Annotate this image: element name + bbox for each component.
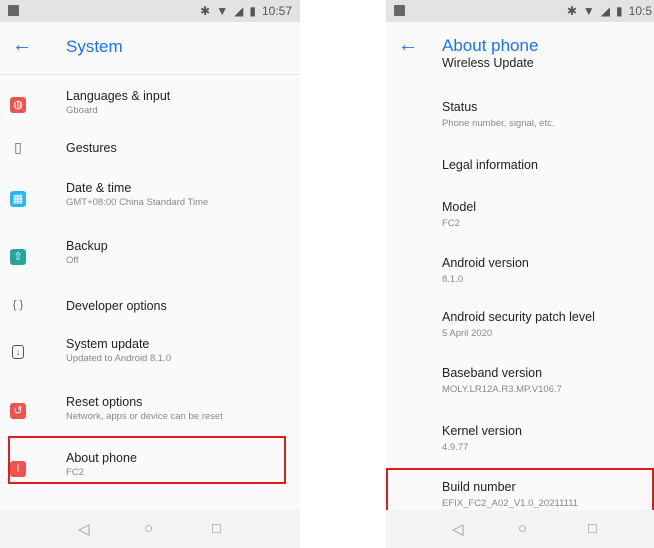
wifi-icon: ▼ — [582, 4, 595, 18]
nav-home-icon[interactable]: ○ — [144, 520, 153, 537]
about-item-baseband-version: Baseband version MOLY.LR12A.R3.MP.V106.7 — [386, 358, 654, 402]
settings-item-date-time[interactable]: ▦ Date & time GMT+08:00 China Standard T… — [0, 175, 300, 225]
back-arrow-icon[interactable]: ← — [12, 34, 32, 57]
back-arrow-icon[interactable]: ← — [398, 34, 418, 57]
calendar-icon: ▦ — [10, 191, 26, 207]
nav-back-icon[interactable]: ◁ — [78, 520, 90, 538]
about-item-model: Model FC2 — [386, 192, 654, 236]
about-item-kernel-version: Kernel version 4.9.77 — [386, 416, 654, 460]
item-value: 8.1.0 — [442, 274, 464, 285]
item-value: FC2 — [442, 218, 460, 229]
status-bar: ✱ ▼ ◢ ▮ 10:57 — [0, 0, 300, 22]
item-label: Languages & input — [66, 89, 171, 103]
about-item-security-patch: Android security patch level 5 April 202… — [386, 302, 654, 346]
braces-icon: { } — [12, 299, 24, 311]
navigation-bar: ◁ ○ □ — [0, 510, 300, 548]
nav-back-icon[interactable]: ◁ — [452, 520, 464, 538]
about-item-wireless-update[interactable]: Wireless Update — [386, 56, 654, 78]
item-label: Legal information — [442, 158, 538, 172]
status-bar: ✱ ▼ ◢ ▮ 10:5 — [386, 0, 654, 22]
globe-icon: ◍ — [10, 97, 26, 113]
highlight-box — [386, 468, 654, 516]
item-label: Date & time — [66, 181, 132, 195]
item-label: Android security patch level — [442, 310, 595, 324]
about-phone-screen: ✱ ▼ ◢ ▮ 10:5 ← About phone Wireless Upda… — [386, 0, 654, 548]
item-value: 4.9.77 — [442, 442, 469, 453]
settings-item-system-update[interactable]: ↓ System update Updated to Android 8.1.0 — [0, 331, 300, 379]
battery-icon: ▮ — [616, 4, 623, 18]
about-item-legal-information[interactable]: Legal information — [386, 150, 654, 186]
about-item-android-version[interactable]: Android version 8.1.0 — [386, 248, 654, 292]
reset-icon: ↺ — [10, 403, 26, 419]
system-update-icon: ↓ — [12, 345, 24, 359]
item-label: Reset options — [66, 395, 143, 409]
settings-item-developer-options[interactable]: { } Developer options — [0, 293, 300, 333]
about-item-status[interactable]: Status Phone number, signal, etc. — [386, 92, 654, 136]
status-time: 10:57 — [261, 4, 292, 18]
notification-icon — [394, 5, 405, 16]
navigation-bar: ◁ ○ □ — [386, 510, 654, 548]
app-bar: ← System — [0, 22, 300, 75]
item-subtitle: Gboard — [66, 105, 98, 116]
settings-item-reset-options[interactable]: ↺ Reset options Network, apps or device … — [0, 389, 300, 437]
item-subtitle: Off — [66, 255, 79, 266]
settings-item-languages[interactable]: ◍ Languages & input Gboard — [0, 83, 300, 127]
settings-item-backup[interactable]: ⇧ Backup Off — [0, 233, 300, 283]
item-subtitle: Updated to Android 8.1.0 — [66, 353, 172, 364]
item-label: Baseband version — [442, 366, 543, 380]
notification-icon — [8, 5, 19, 16]
signal-icon: ◢ — [234, 4, 244, 18]
item-label: Developer options — [66, 299, 167, 313]
item-label: Gestures — [66, 141, 117, 155]
page-title: About phone — [442, 36, 539, 55]
nav-recents-icon[interactable]: □ — [588, 520, 597, 537]
wifi-icon: ▼ — [216, 4, 229, 18]
item-label: Model — [442, 200, 477, 214]
settings-item-gestures[interactable]: ▯ Gestures — [0, 135, 300, 175]
item-subtitle: Phone number, signal, etc. — [442, 118, 555, 129]
gestures-icon: ▯ — [14, 139, 22, 155]
battery-icon: ▮ — [249, 4, 256, 18]
system-settings-screen: ✱ ▼ ◢ ▮ 10:57 ← System ◍ Languages & inp… — [0, 0, 300, 548]
nav-home-icon[interactable]: ○ — [518, 520, 527, 537]
item-label: System update — [66, 337, 150, 351]
item-value: 5 April 2020 — [442, 328, 493, 339]
item-label: Kernel version — [442, 424, 522, 438]
highlight-box — [8, 436, 286, 484]
item-subtitle: GMT+08:00 China Standard Time — [66, 197, 209, 208]
item-label: Wireless Update — [442, 56, 534, 70]
status-time: 10:5 — [628, 4, 652, 18]
item-label: Backup — [66, 239, 108, 253]
item-label: Status — [442, 100, 478, 114]
backup-icon: ⇧ — [10, 249, 26, 265]
item-value: MOLY.LR12A.R3.MP.V106.7 — [442, 384, 562, 395]
signal-icon: ◢ — [600, 4, 611, 18]
nav-recents-icon[interactable]: □ — [212, 520, 221, 537]
item-subtitle: Network, apps or device can be reset — [66, 411, 223, 422]
bluetooth-icon: ✱ — [566, 4, 577, 18]
bluetooth-icon: ✱ — [200, 4, 211, 18]
page-title: System — [66, 37, 123, 56]
item-label: Android version — [442, 256, 529, 270]
